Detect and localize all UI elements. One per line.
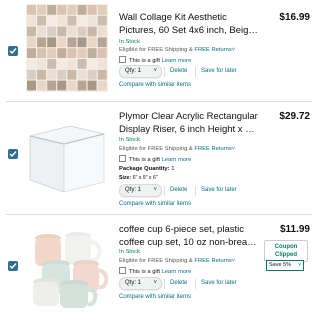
- coupon-badge: Coupon Clipped: [264, 240, 308, 262]
- compare-link[interactable]: Compare with similar items: [119, 294, 191, 300]
- gift-option[interactable]: This is a gift Learn more: [119, 267, 191, 275]
- item-title[interactable]: coffee cup 6-piece set, plastic: [119, 223, 259, 236]
- quantity-value: Qty: 1: [125, 187, 142, 193]
- gift-option[interactable]: This is a gift Learn more: [119, 56, 191, 64]
- chevron-down-icon: ˅: [153, 187, 157, 193]
- package-quantity: Package Quantity: 1: [119, 166, 174, 172]
- cart-item: Wall Collage Kit Aesthetic Pictures, 60 …: [0, 0, 318, 100]
- chevron-down-icon[interactable]: ˅: [232, 258, 235, 264]
- quantity-value: Qty: 1: [125, 280, 142, 286]
- coupon-status: Clipped: [275, 252, 297, 258]
- acrylic-riser-icon[interactable]: [26, 112, 108, 194]
- stock-status: In Stock: [119, 39, 140, 45]
- chevron-down-icon[interactable]: ˅: [232, 47, 235, 53]
- cart-item: coffee cup 6-piece set, plastic coffee c…: [0, 216, 318, 320]
- item-checkbox[interactable]: [8, 149, 18, 159]
- compare-link[interactable]: Compare with similar items: [119, 82, 191, 88]
- item-title[interactable]: Wall Collage Kit Aesthetic: [119, 11, 259, 24]
- gift-checkbox[interactable]: [119, 56, 126, 63]
- divider: [164, 186, 165, 196]
- quantity-select[interactable]: Qty: 1 ˅: [119, 65, 162, 78]
- gift-label: This is a gift: [129, 157, 160, 163]
- gift-checkbox[interactable]: [119, 267, 126, 274]
- free-returns-link[interactable]: FREE Returns: [194, 47, 231, 53]
- quantity-value: Qty: 1: [125, 68, 142, 74]
- chevron-down-icon: ˅: [153, 68, 157, 74]
- learn-more-link[interactable]: Learn more: [162, 58, 192, 64]
- divider: [164, 279, 165, 289]
- shipping-text: Eligible for FREE Shipping &: [119, 258, 193, 264]
- coupon-label: Coupon: [274, 244, 298, 250]
- save-for-later-link[interactable]: Save for later: [201, 187, 237, 193]
- shipping-text: Eligible for FREE Shipping &: [119, 146, 193, 152]
- shipping-info: Eligible for FREE Shipping & FREE Return…: [119, 146, 235, 152]
- check-icon: [9, 151, 17, 158]
- quantity-select[interactable]: Qty: 1 ˅: [119, 184, 162, 197]
- divider: [195, 279, 196, 289]
- size-info: Size: 6" x 9" x 6": [119, 175, 158, 181]
- learn-more-link[interactable]: Learn more: [162, 157, 192, 163]
- coupon-select[interactable]: Save 5% ˅: [266, 260, 304, 271]
- delete-link[interactable]: Delete: [170, 68, 187, 74]
- divider: [195, 67, 196, 77]
- save-for-later-link[interactable]: Save for later: [201, 68, 237, 74]
- stock-status: In Stock: [119, 249, 140, 255]
- shipping-info: Eligible for FREE Shipping & FREE Return…: [119, 47, 235, 53]
- item-divider: [6, 101, 312, 102]
- photo-collage-icon[interactable]: [26, 4, 108, 92]
- quantity-select[interactable]: Qty: 1 ˅: [119, 277, 162, 290]
- stock-status: In Stock: [119, 137, 140, 143]
- chevron-down-icon[interactable]: ˅: [232, 146, 235, 152]
- delete-link[interactable]: Delete: [170, 187, 187, 193]
- free-returns-link[interactable]: FREE Returns: [194, 258, 231, 264]
- coffee-cups-icon[interactable]: [26, 224, 108, 310]
- shipping-info: Eligible for FREE Shipping & FREE Return…: [119, 258, 235, 264]
- free-returns-link[interactable]: FREE Returns: [194, 146, 231, 152]
- item-price: $16.99: [279, 12, 310, 23]
- cart-item: Plymor Clear Acrylic Rectangular Display…: [0, 104, 318, 212]
- size-value: 6" x 9" x 6": [132, 175, 158, 181]
- item-title[interactable]: Plymor Clear Acrylic Rectangular: [119, 110, 259, 123]
- chevron-down-icon: ˅: [153, 280, 157, 286]
- gift-label: This is a gift: [129, 58, 160, 64]
- divider: [195, 186, 196, 196]
- delete-link[interactable]: Delete: [170, 280, 187, 286]
- item-checkbox[interactable]: [8, 261, 18, 271]
- compare-link[interactable]: Compare with similar items: [119, 201, 191, 207]
- chevron-down-icon: ˅: [298, 262, 301, 268]
- item-divider: [6, 214, 312, 215]
- save-for-later-link[interactable]: Save for later: [201, 280, 237, 286]
- package-quantity-value: 1: [171, 166, 175, 172]
- gift-option[interactable]: This is a gift Learn more: [119, 155, 191, 163]
- divider: [164, 67, 165, 77]
- item-title-cont[interactable]: Pictures, 60 Set 4x6 inch, Beige…: [119, 24, 259, 37]
- item-price: $11.99: [279, 224, 310, 235]
- check-icon: [9, 48, 17, 55]
- learn-more-link[interactable]: Learn more: [162, 269, 192, 275]
- item-checkbox[interactable]: [8, 46, 18, 56]
- item-title-cont[interactable]: Display Riser, 6 inch Height x 9 i…: [119, 123, 259, 136]
- shipping-text: Eligible for FREE Shipping &: [119, 47, 193, 53]
- gift-checkbox[interactable]: [119, 155, 126, 162]
- item-title-cont[interactable]: coffee cup set, 10 oz non-break…: [119, 236, 259, 249]
- package-quantity-label: Package Quantity:: [119, 166, 170, 172]
- size-label: Size:: [119, 175, 132, 181]
- check-icon: [9, 263, 17, 270]
- coupon-select-value: Save 5%: [269, 262, 292, 268]
- item-price: $29.72: [279, 111, 310, 122]
- gift-label: This is a gift: [129, 269, 160, 275]
